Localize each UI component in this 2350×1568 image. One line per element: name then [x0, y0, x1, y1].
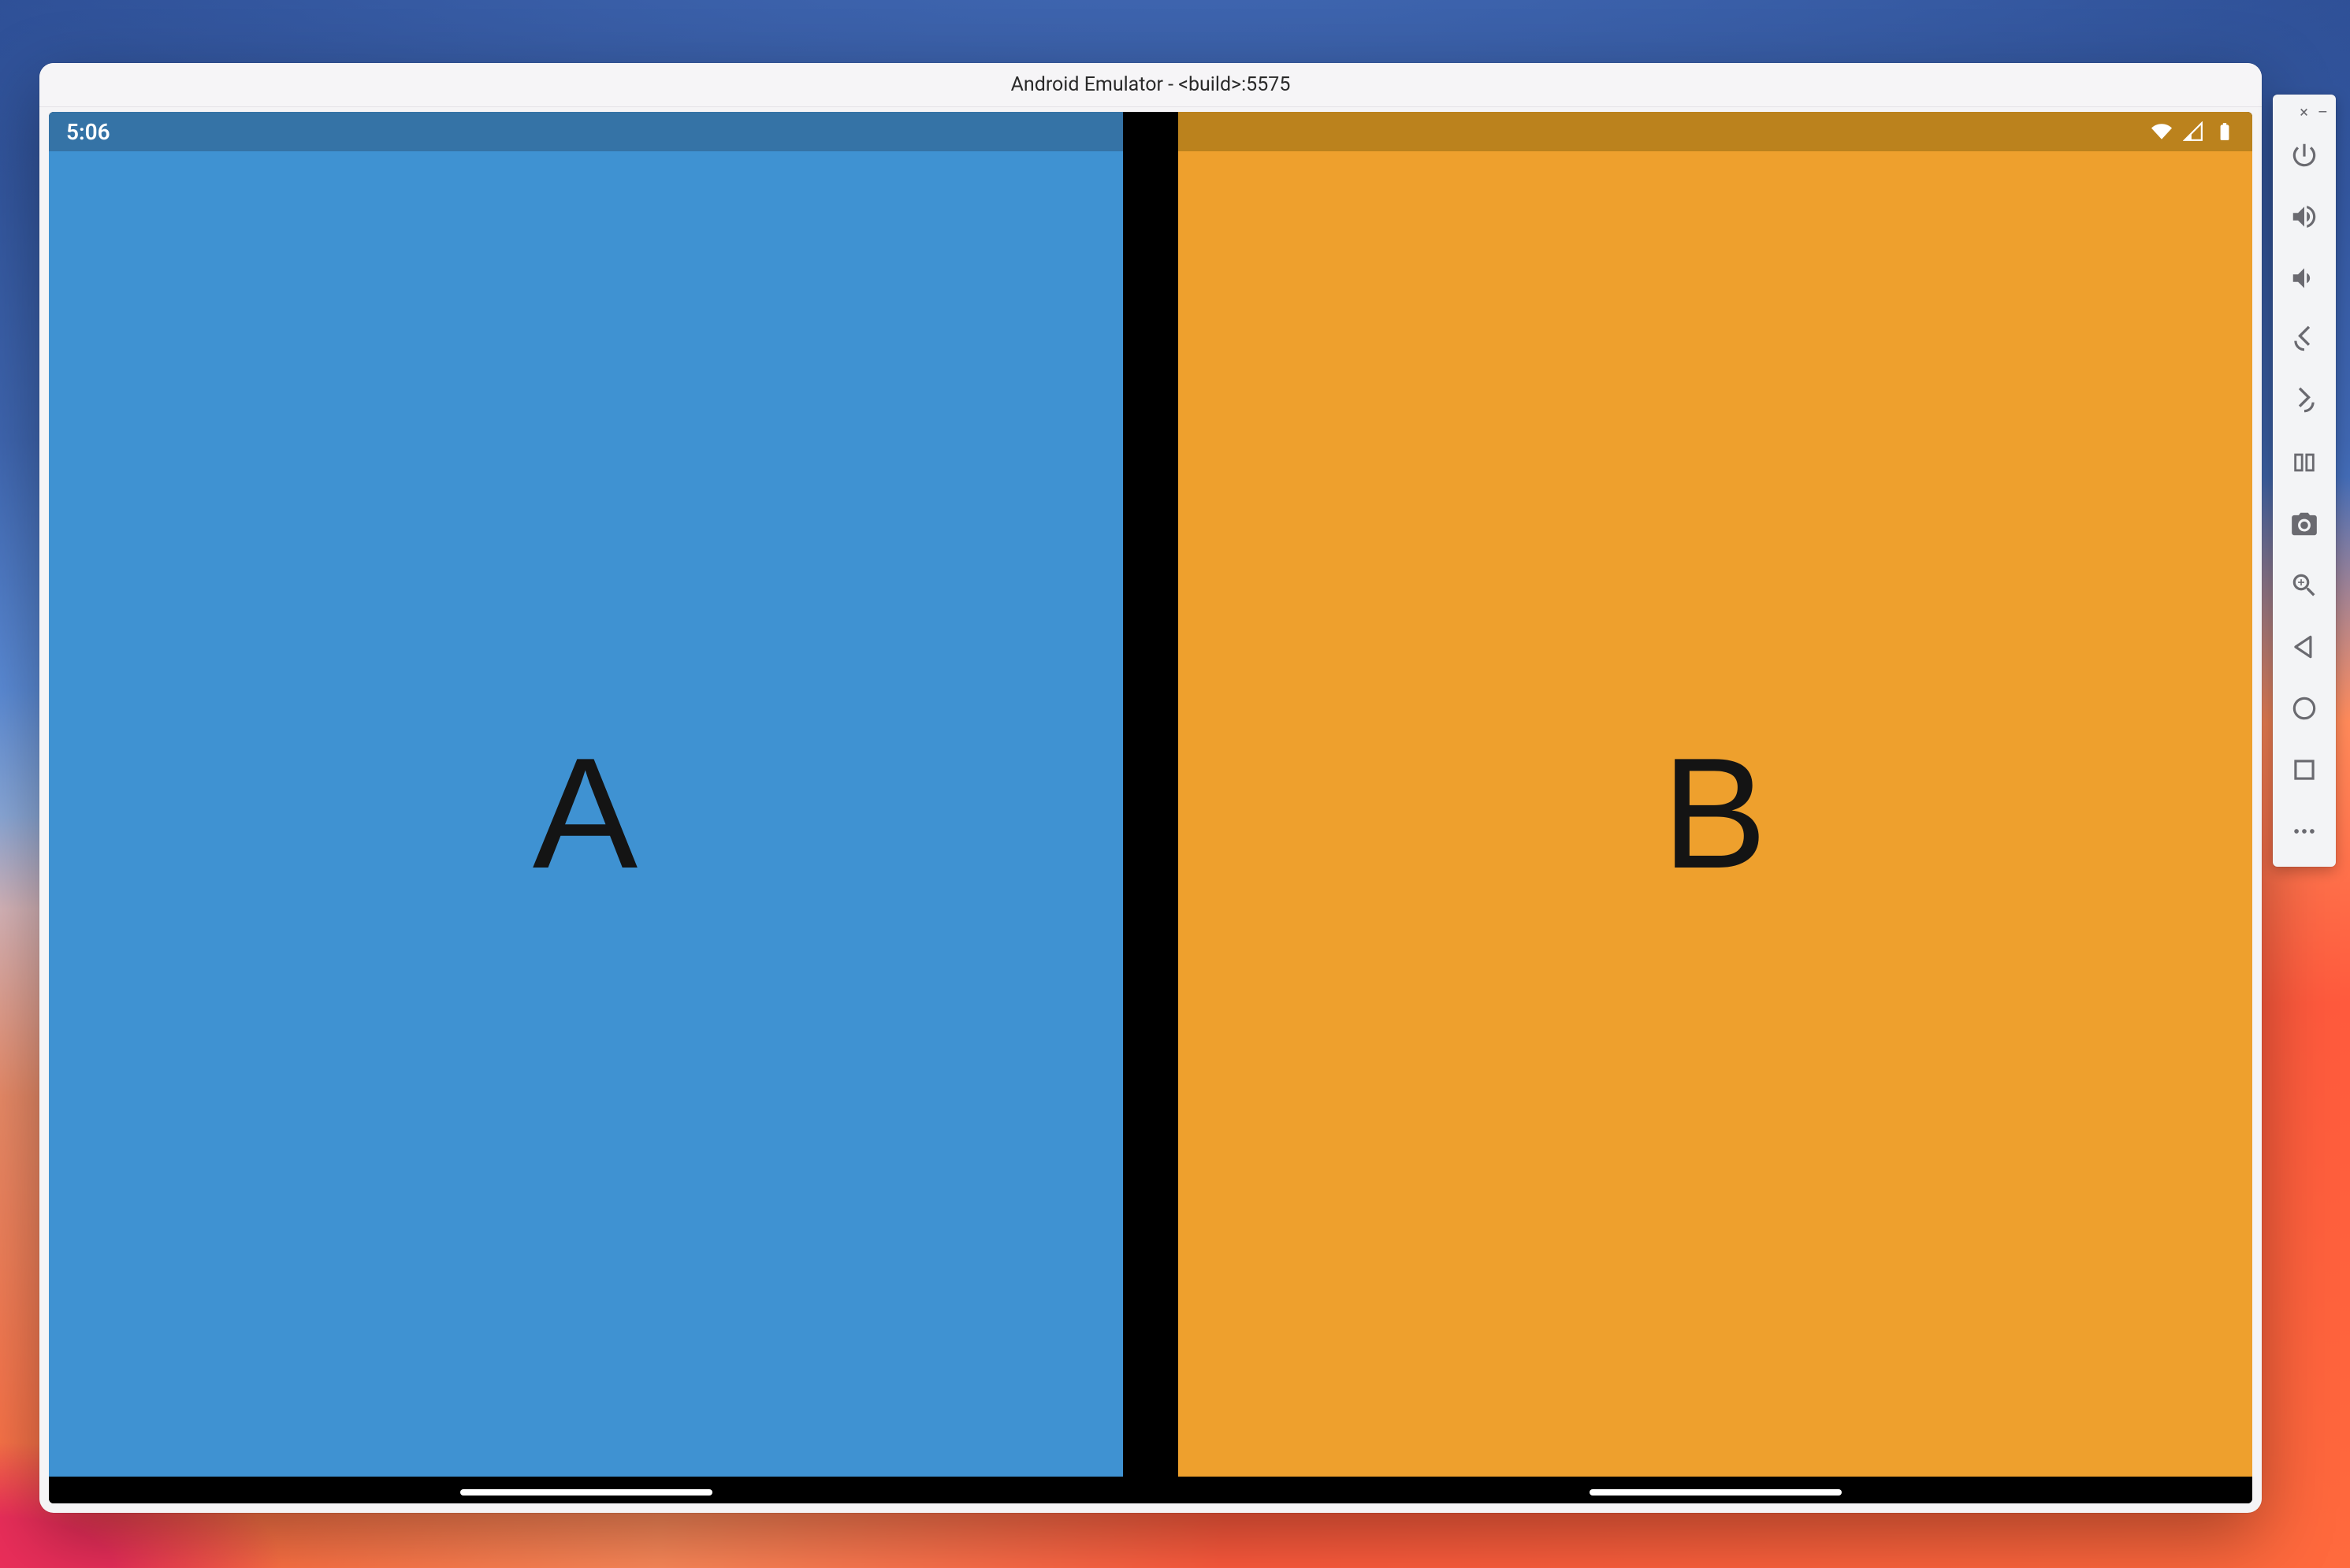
- pane-left[interactable]: A: [49, 151, 1123, 1477]
- overview-button[interactable]: [2273, 739, 2336, 801]
- gesture-bar-right[interactable]: [1590, 1489, 1842, 1496]
- pane-right[interactable]: B: [1178, 151, 2252, 1477]
- back-button[interactable]: [2273, 616, 2336, 678]
- more-icon: [2291, 818, 2318, 845]
- volume-down-icon: [2289, 263, 2319, 293]
- split-divider[interactable]: [1123, 151, 1178, 1477]
- fold-button[interactable]: [2273, 432, 2336, 493]
- status-bar-left: 5:06: [49, 112, 1123, 151]
- power-button[interactable]: [2273, 124, 2336, 186]
- wifi-icon: [2151, 121, 2172, 142]
- nav-right[interactable]: [1178, 1477, 2252, 1503]
- overview-icon: [2289, 755, 2319, 785]
- device-screen[interactable]: 5:06 A B: [49, 112, 2252, 1503]
- rotate-right-icon: [2289, 386, 2319, 416]
- screenshot-icon: [2289, 509, 2319, 539]
- android-nav-bar: [49, 1477, 2252, 1503]
- sidebar-window-controls: × –: [2273, 101, 2336, 124]
- back-icon: [2289, 632, 2319, 662]
- nav-gutter: [1123, 1477, 1178, 1503]
- pane-right-label: B: [1662, 723, 1768, 905]
- sidebar-close-button[interactable]: ×: [2300, 104, 2308, 120]
- split-panes: A B: [49, 151, 2252, 1477]
- home-icon: [2289, 693, 2319, 723]
- zoom-button[interactable]: [2273, 555, 2336, 616]
- power-icon: [2289, 140, 2319, 170]
- pane-left-label: A: [533, 723, 639, 905]
- gesture-bar-left[interactable]: [460, 1489, 712, 1496]
- battery-full-icon: [2214, 121, 2235, 142]
- screenshot-button[interactable]: [2273, 493, 2336, 555]
- status-bar-right: [1178, 112, 2252, 151]
- cellular-signal-icon: [2183, 121, 2203, 142]
- status-time: 5:06: [66, 119, 110, 145]
- fold-icon: [2291, 449, 2318, 476]
- status-gutter: [1123, 112, 1178, 151]
- rotate-left-button[interactable]: [2273, 309, 2336, 370]
- nav-left[interactable]: [49, 1477, 1123, 1503]
- emulator-sidebar: × –: [2273, 95, 2336, 867]
- more-button[interactable]: [2273, 801, 2336, 862]
- rotate-right-button[interactable]: [2273, 370, 2336, 432]
- volume-up-button[interactable]: [2273, 186, 2336, 247]
- volume-down-button[interactable]: [2273, 247, 2336, 309]
- emulator-window: Android Emulator - <build>:5575 5:06: [39, 63, 2262, 1513]
- android-status-bar[interactable]: 5:06: [49, 112, 2252, 151]
- zoom-icon: [2289, 570, 2319, 600]
- sidebar-minimize-button[interactable]: –: [2318, 104, 2328, 120]
- window-title: Android Emulator - <build>:5575: [1011, 73, 1291, 96]
- window-titlebar[interactable]: Android Emulator - <build>:5575: [39, 63, 2262, 107]
- rotate-left-icon: [2289, 325, 2319, 355]
- home-button[interactable]: [2273, 678, 2336, 739]
- volume-up-icon: [2289, 202, 2319, 232]
